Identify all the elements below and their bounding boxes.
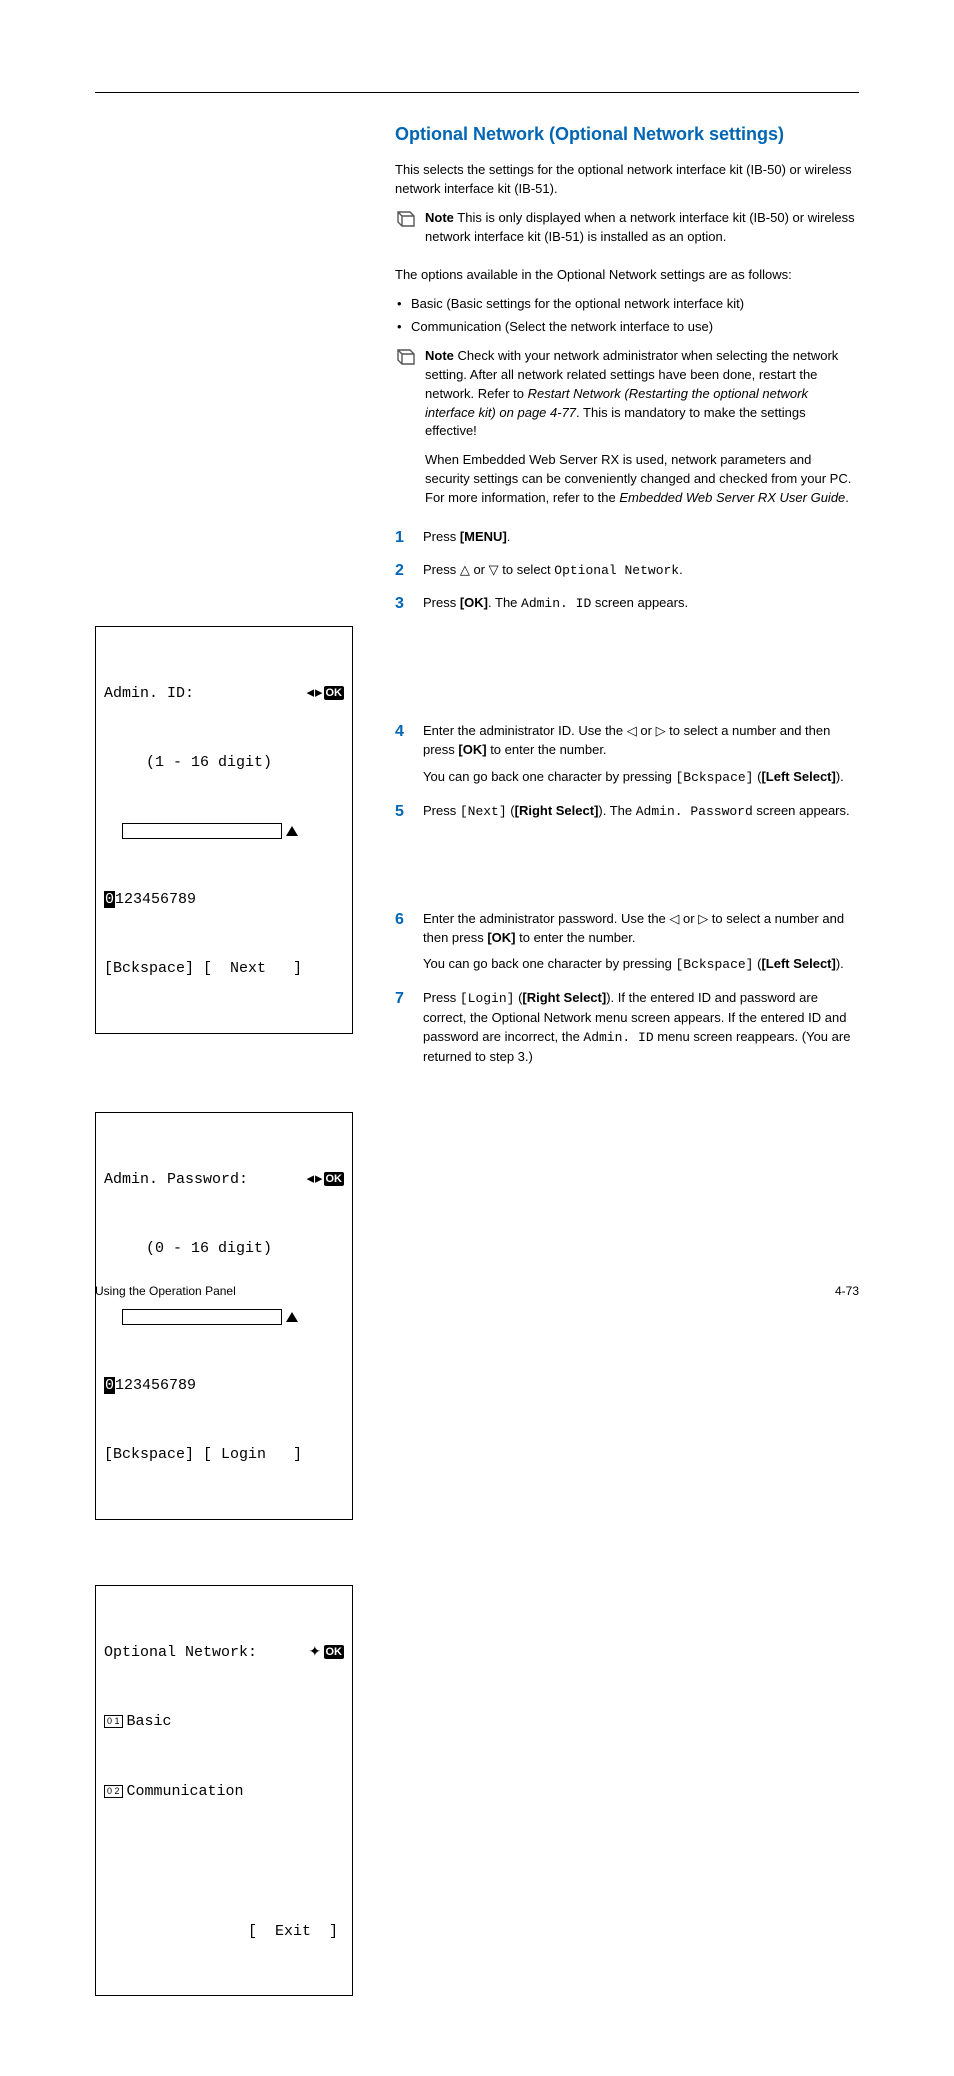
triangle-left-icon: ◁ (627, 723, 637, 738)
lcd2-input-row (104, 1309, 344, 1325)
lcd2-digits: 0123456789 (104, 1374, 344, 1397)
lcd2-title: Admin. Password: (104, 1168, 248, 1191)
step-6: 6 Enter the administrator password. Use … (395, 910, 859, 984)
caret-up-icon (286, 1312, 298, 1322)
bullet-1: Basic (Basic settings for the optional n… (397, 295, 859, 314)
step-2: 2 Press △ or ▽ to select Optional Networ… (395, 561, 859, 589)
options-list: Basic (Basic settings for the optional n… (395, 295, 859, 337)
lcd-optional-network: Optional Network: OK 0 1Basic 0 2Communi… (95, 1585, 353, 1996)
note2-label: Note (425, 348, 454, 363)
lcd1-title: Admin. ID: (104, 682, 194, 705)
intro-text: This selects the settings for the option… (395, 161, 859, 199)
lcd3-item1: 0 1Basic (104, 1710, 344, 1733)
note1-label: Note (425, 210, 454, 225)
options-intro: The options available in the Optional Ne… (395, 266, 859, 285)
lcd1-icons: ◂▸OK (306, 682, 344, 705)
triangle-down-icon: ▽ (489, 562, 499, 577)
lcd-admin-id: Admin. ID: ◂▸OK (1 - 16 digit) 012345678… (95, 626, 353, 1034)
note-icon (395, 209, 417, 257)
triangle-right-icon: ▷ (656, 723, 666, 738)
step-1: 1 Press [MENU]. (395, 528, 859, 555)
lcd1-input-box (122, 823, 282, 839)
bullet-2: Communication (Select the network interf… (397, 318, 859, 337)
footer-left: Using the Operation Panel (95, 1283, 236, 1300)
lcd3-exit: [ Exit ] (104, 1920, 344, 1943)
footer-right: 4-73 (835, 1283, 859, 1300)
lcd1-softkeys: [Bckspace] [ Next ] (104, 957, 344, 980)
step-7: 7 Press [Login] ([Right Select]). If the… (395, 989, 859, 1074)
step-3: 3 Press [OK]. The Admin. ID screen appea… (395, 594, 859, 622)
lcd3-title: Optional Network: (104, 1641, 257, 1664)
note-block-1: Note This is only displayed when a netwo… (395, 209, 859, 257)
triangle-up-icon: △ (460, 562, 470, 577)
lcd2-icons: ◂▸OK (306, 1168, 344, 1191)
lcd1-input-row (104, 823, 344, 839)
lcd2-input-box (122, 1309, 282, 1325)
note-block-2: Note Check with your network administrat… (395, 347, 859, 518)
page-title: Optional Network (Optional Network setti… (395, 121, 859, 147)
lcd3-icons: OK (309, 1645, 345, 1659)
lcd2-softkeys: [Bckspace] [ Login ] (104, 1443, 344, 1466)
step-4: 4 Enter the administrator ID. Use the ◁ … (395, 722, 859, 796)
step-5: 5 Press [Next] ([Right Select]). The Adm… (395, 802, 859, 830)
note-icon (395, 347, 417, 518)
note1-text: This is only displayed when a network in… (425, 210, 855, 244)
lcd3-item2: 0 2Communication (104, 1780, 344, 1803)
triangle-right-icon: ▷ (698, 911, 708, 926)
caret-up-icon (286, 826, 298, 836)
lcd-admin-password: Admin. Password: ◂▸OK (0 - 16 digit) 012… (95, 1112, 353, 1520)
lcd2-hint: (0 - 16 digit) (104, 1237, 344, 1260)
page-footer: Using the Operation Panel 4-73 (95, 1283, 859, 1300)
triangle-left-icon: ◁ (669, 911, 679, 926)
lcd1-digits: 0123456789 (104, 888, 344, 911)
lcd1-hint: (1 - 16 digit) (104, 751, 344, 774)
